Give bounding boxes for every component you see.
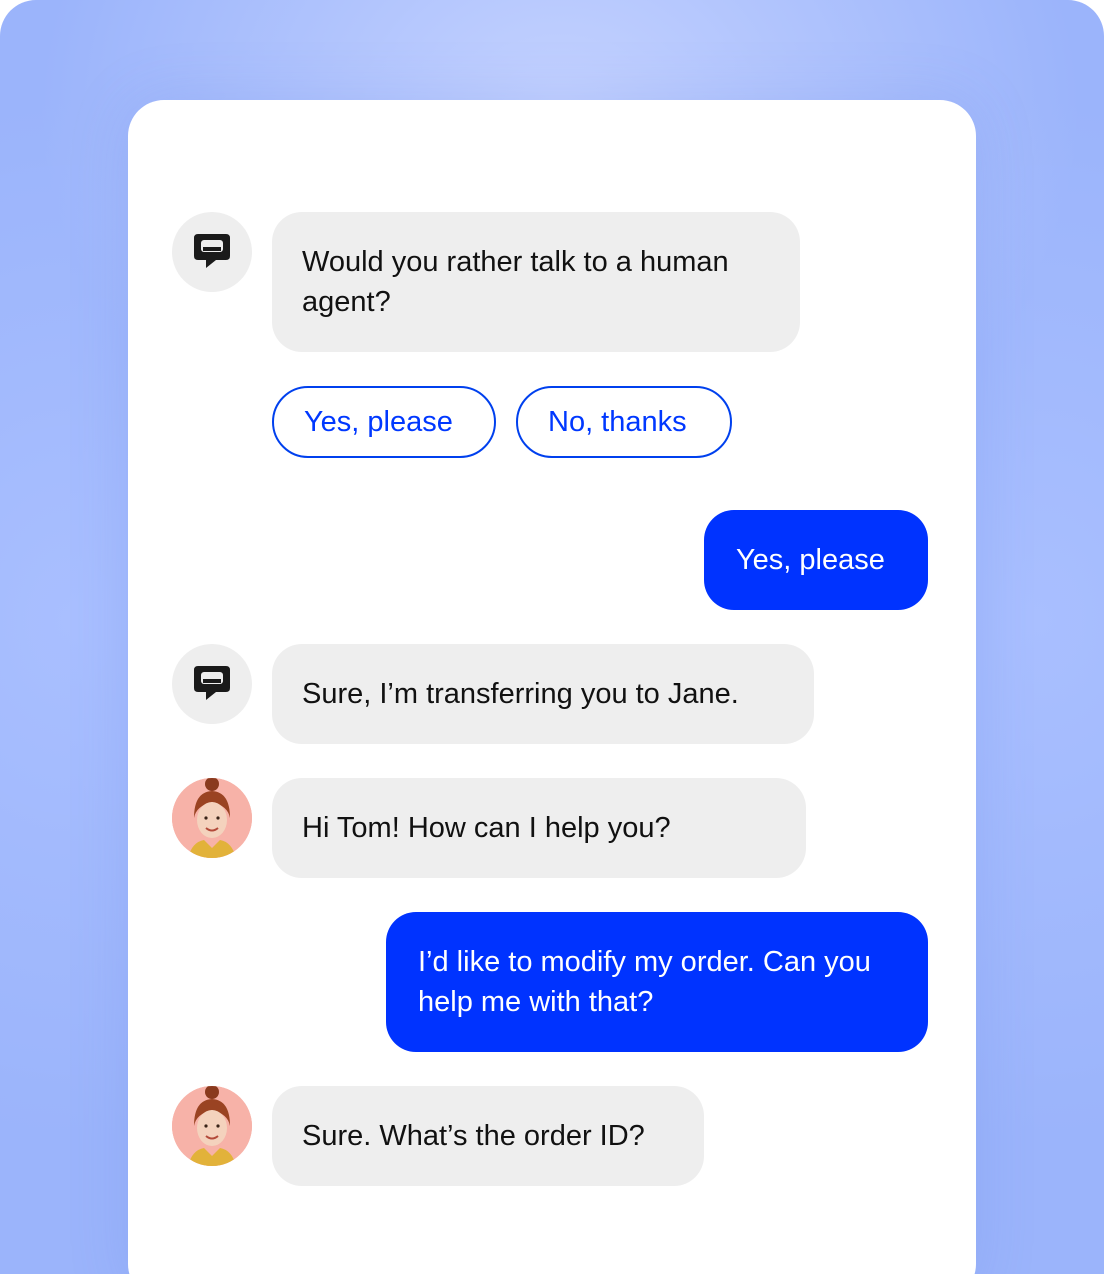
user-message-text: Yes, please <box>736 544 885 576</box>
agent-message-text: Hi Tom! How can I help you? <box>302 812 671 844</box>
agent-photo-icon <box>172 778 252 858</box>
quick-reply-no-button[interactable]: No, thanks <box>516 386 732 458</box>
bot-avatar <box>172 644 252 724</box>
agent-message-text: Sure. What’s the order ID? <box>302 1120 645 1152</box>
bot-avatar <box>172 212 252 292</box>
agent-avatar <box>172 1086 252 1166</box>
backdrop: Would you rather talk to a human agent? … <box>0 0 1104 1274</box>
user-message-text: I’d like to modify my order. Can you hel… <box>418 946 871 1018</box>
bot-message-text: Would you rather talk to a human agent? <box>302 246 729 318</box>
agent-message: Sure. What’s the order ID? <box>272 1086 704 1186</box>
bot-message-text: Sure, I’m transferring you to Jane. <box>302 678 739 710</box>
bot-message: Would you rather talk to a human agent? <box>272 212 800 352</box>
user-message: Yes, please <box>704 510 928 610</box>
agent-avatar <box>172 778 252 858</box>
quick-reply-yes-button[interactable]: Yes, please <box>272 386 496 458</box>
agent-message: Hi Tom! How can I help you? <box>272 778 806 878</box>
chat-window: Would you rather talk to a human agent? … <box>128 100 976 1274</box>
user-message: I’d like to modify my order. Can you hel… <box>386 912 928 1052</box>
chat-bubble-logo-icon <box>194 234 230 268</box>
agent-photo-icon <box>172 1086 252 1166</box>
bot-message: Sure, I’m transferring you to Jane. <box>272 644 814 744</box>
chat-bubble-logo-icon <box>194 666 230 700</box>
